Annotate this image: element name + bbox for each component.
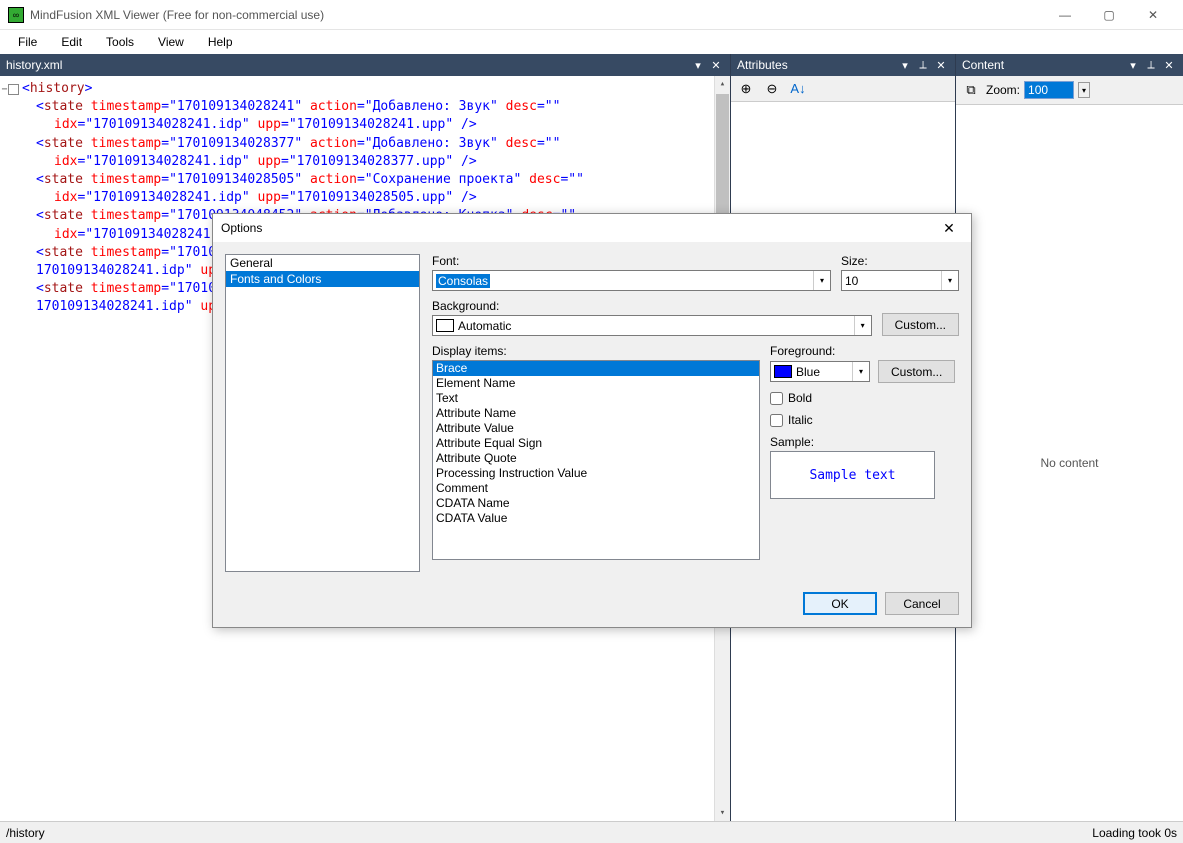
display-item[interactable]: Text — [433, 391, 759, 406]
options-dialog: Options ✕ General Fonts and Colors Font:… — [212, 213, 972, 628]
font-combobox[interactable]: Consolas ▾ — [432, 270, 831, 291]
font-value: Consolas — [436, 274, 490, 288]
menu-help[interactable]: Help — [198, 32, 243, 52]
content-panel: Content ▾ ⟂ ✕ ⧉ Zoom: ▾ No content — [955, 54, 1183, 821]
options-category-list[interactable]: General Fonts and Colors — [225, 254, 420, 572]
display-item[interactable]: Attribute Value — [433, 421, 759, 436]
xml-element-root[interactable]: −<history> — [8, 80, 728, 98]
attributes-toolbar: ⊕ ⊖ A↓ — [731, 76, 955, 102]
background-value: Automatic — [458, 319, 511, 333]
zoom-dropdown-icon[interactable]: ▾ — [1078, 82, 1090, 98]
content-toolbar: ⧉ Zoom: ▾ — [956, 76, 1183, 105]
size-value: 10 — [845, 274, 858, 288]
add-attribute-icon[interactable]: ⊕ — [735, 78, 757, 100]
attributes-title: Attributes — [737, 58, 895, 72]
panel-pin-icon[interactable]: ⟂ — [915, 57, 931, 73]
display-item[interactable]: Element Name — [433, 376, 759, 391]
sample-label: Sample: — [770, 435, 959, 449]
foreground-label: Foreground: — [770, 344, 959, 358]
display-item[interactable]: Brace — [433, 361, 759, 376]
sample-preview: Sample text — [770, 451, 935, 499]
ok-button[interactable]: OK — [803, 592, 877, 615]
app-icon: ∞ — [8, 7, 24, 23]
window-title: MindFusion XML Viewer (Free for non-comm… — [30, 8, 1043, 22]
remove-attribute-icon[interactable]: ⊖ — [761, 78, 783, 100]
category-general[interactable]: General — [226, 255, 419, 271]
menu-file[interactable]: File — [8, 32, 47, 52]
zoom-label: Zoom: — [986, 83, 1020, 97]
background-swatch — [436, 319, 454, 332]
display-item[interactable]: Attribute Name — [433, 406, 759, 421]
menu-edit[interactable]: Edit — [51, 32, 92, 52]
dialog-close-button[interactable]: ✕ — [935, 216, 963, 240]
xml-element-state[interactable]: <state timestamp="170109134028377" actio… — [36, 135, 728, 171]
dialog-titlebar: Options ✕ — [213, 214, 971, 242]
minimize-button[interactable]: — — [1043, 1, 1087, 29]
background-custom-button[interactable]: Custom... — [882, 313, 959, 336]
scroll-down-arrow[interactable]: ▾ — [715, 805, 730, 821]
display-items-listbox[interactable]: BraceElement NameTextAttribute NameAttri… — [432, 360, 760, 560]
size-combobox[interactable]: 10 ▾ — [841, 270, 959, 291]
dialog-title: Options — [221, 221, 935, 235]
panel-close-icon[interactable]: ✕ — [708, 57, 724, 73]
bold-checkbox[interactable]: Bold — [770, 391, 959, 405]
display-item[interactable]: Attribute Equal Sign — [433, 436, 759, 451]
sort-attributes-icon[interactable]: A↓ — [787, 78, 809, 100]
content-empty-label: No content — [956, 105, 1183, 821]
display-item[interactable]: CDATA Name — [433, 496, 759, 511]
document-tab-title[interactable]: history.xml — [6, 58, 688, 72]
collapse-toggle[interactable]: − — [8, 84, 19, 95]
menu-view[interactable]: View — [148, 32, 194, 52]
chevron-down-icon[interactable]: ▾ — [813, 271, 830, 290]
chevron-down-icon[interactable]: ▾ — [854, 316, 871, 335]
cancel-button[interactable]: Cancel — [885, 592, 959, 615]
font-label: Font: — [432, 254, 831, 268]
size-label: Size: — [841, 254, 959, 268]
panel-close-icon[interactable]: ✕ — [1161, 57, 1177, 73]
chevron-down-icon[interactable]: ▾ — [941, 271, 958, 290]
panel-pin-icon[interactable]: ⟂ — [1143, 57, 1159, 73]
display-item[interactable]: Comment — [433, 481, 759, 496]
panel-dropdown-icon[interactable]: ▾ — [897, 57, 913, 73]
foreground-value: Blue — [796, 365, 820, 379]
maximize-button[interactable]: ▢ — [1087, 1, 1131, 29]
zoom-input[interactable] — [1024, 81, 1074, 99]
document-panel-header: history.xml ▾ ✕ — [0, 54, 730, 76]
panel-dropdown-icon[interactable]: ▾ — [690, 57, 706, 73]
menu-bar: File Edit Tools View Help — [0, 30, 1183, 54]
category-fonts-and-colors[interactable]: Fonts and Colors — [226, 271, 419, 287]
foreground-swatch — [774, 365, 792, 378]
italic-checkbox[interactable]: Italic — [770, 413, 959, 427]
background-combobox[interactable]: Automatic ▾ — [432, 315, 872, 336]
display-item[interactable]: CDATA Value — [433, 511, 759, 526]
foreground-combobox[interactable]: Blue ▾ — [770, 361, 870, 382]
copy-icon[interactable]: ⧉ — [960, 79, 982, 101]
menu-tools[interactable]: Tools — [96, 32, 144, 52]
panel-close-icon[interactable]: ✕ — [933, 57, 949, 73]
display-item[interactable]: Processing Instruction Value — [433, 466, 759, 481]
display-item[interactable]: Attribute Quote — [433, 451, 759, 466]
xml-element-state[interactable]: <state timestamp="170109134028505" actio… — [36, 171, 728, 207]
chevron-down-icon[interactable]: ▾ — [852, 362, 869, 381]
content-title: Content — [962, 58, 1123, 72]
xml-element-state[interactable]: <state timestamp="170109134028241" actio… — [36, 98, 728, 134]
title-bar: ∞ MindFusion XML Viewer (Free for non-co… — [0, 0, 1183, 30]
close-button[interactable]: ✕ — [1131, 1, 1175, 29]
status-bar: /history Loading took 0s — [0, 821, 1183, 843]
background-label: Background: — [432, 299, 872, 313]
panel-dropdown-icon[interactable]: ▾ — [1125, 57, 1141, 73]
display-items-label: Display items: — [432, 344, 760, 358]
foreground-custom-button[interactable]: Custom... — [878, 360, 955, 383]
scroll-up-arrow[interactable]: ▴ — [715, 76, 730, 92]
status-load-time: Loading took 0s — [1092, 826, 1177, 840]
status-path: /history — [6, 826, 45, 840]
attributes-panel-header: Attributes ▾ ⟂ ✕ — [731, 54, 955, 76]
content-panel-header: Content ▾ ⟂ ✕ — [956, 54, 1183, 76]
